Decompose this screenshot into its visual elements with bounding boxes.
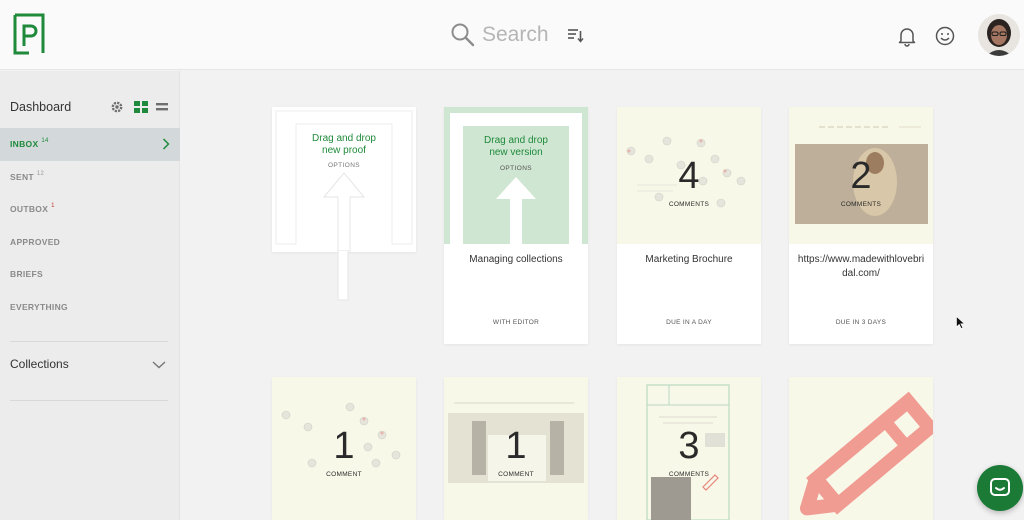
sidebar-item-label: EVERYTHING	[10, 301, 68, 312]
sidebar-item-approved[interactable]: APPROVED	[0, 226, 180, 259]
dashboard-header: Dashboard	[0, 93, 180, 121]
card-status: DUE IN A DAY	[666, 319, 712, 326]
sidebar-item-label: BRIEFS	[10, 269, 43, 280]
proof-card[interactable]: 1 COMMENT	[272, 377, 416, 520]
sidebar-item-label: OUTBOX	[10, 204, 49, 215]
dashboard-title[interactable]: Dashboard	[10, 100, 71, 114]
sidebar-item-inbox[interactable]: INBOX 14	[0, 128, 180, 161]
card-title: https://www.madewithloveb​ridal.com/	[797, 254, 925, 279]
sidebar-item-count: 12	[36, 170, 45, 177]
sidebar: Dashboard INBOX 14 SENT 12 OUTBOX 1 APPR…	[0, 71, 180, 520]
sidebar-item-outbox[interactable]: OUTBOX 1	[0, 193, 180, 226]
comment-count: 1	[333, 425, 355, 467]
dropzone-text-2: new proof	[322, 145, 366, 156]
sidebar-item-label: INBOX	[10, 139, 39, 150]
comment-count: 2	[850, 155, 872, 197]
comment-count-label: COMMENTS	[668, 201, 710, 208]
proof-card-marketing-brochure[interactable]: 4 COMMENTS Marketing Brochure DUE IN A D…	[617, 107, 761, 344]
comment-count-label: COMMENT	[326, 471, 362, 478]
search-icon	[451, 23, 475, 47]
comment-count-label: COMMENT	[498, 471, 534, 478]
sidebar-divider	[10, 400, 168, 401]
dropzone-text-1: Drag and drop	[312, 133, 376, 144]
list-view-icon[interactable]	[156, 102, 168, 112]
dropzone-text-1: Drag and drop	[484, 135, 548, 146]
mouse-cursor-icon	[956, 316, 965, 329]
proof-card-managing-collections[interactable]: Drag and drop new version OPTIONS Managi…	[444, 107, 588, 344]
chat-support-button[interactable]	[977, 465, 1023, 511]
search-input[interactable]: Search	[482, 23, 549, 47]
feedback-smile-icon[interactable]	[934, 25, 956, 47]
chevron-right-icon	[162, 138, 170, 150]
collections-toggle[interactable]: Collections	[0, 352, 180, 376]
sort-icon[interactable]	[566, 26, 584, 44]
proof-card[interactable]	[789, 377, 933, 520]
proof-card[interactable]: 1 COMMENT	[444, 377, 588, 520]
grid-view-icon[interactable]	[134, 101, 148, 113]
pageproof-logo-icon[interactable]	[12, 12, 46, 56]
sidebar-item-sent[interactable]: SENT 12	[0, 161, 180, 194]
card-title: Marketing Brochure	[645, 254, 733, 265]
comment-count-label: COMMENTS	[668, 471, 710, 478]
sidebar-item-everything[interactable]: EVERYTHING	[0, 291, 180, 324]
comment-count-label: COMMENTS	[840, 201, 882, 208]
upload-arrow-icon	[275, 110, 413, 252]
gear-icon[interactable]	[110, 100, 124, 114]
proof-card[interactable]: 3 COMMENTS	[617, 377, 761, 520]
card-status: DUE IN 3 DAYS	[835, 319, 887, 326]
sidebar-nav: INBOX 14 SENT 12 OUTBOX 1 APPROVED BRIEF…	[0, 128, 180, 323]
collections-label: Collections	[10, 357, 69, 371]
comment-count: 1	[505, 425, 527, 467]
top-bar: Search	[0, 0, 1024, 70]
card-status: WITH EDITOR	[492, 319, 540, 326]
user-avatar[interactable]	[978, 14, 1020, 56]
pencil-placeholder-icon	[789, 377, 933, 520]
sidebar-divider	[10, 341, 168, 342]
search-bar[interactable]: Search	[450, 18, 549, 52]
sidebar-item-count: 1	[51, 203, 55, 210]
dropzone-options[interactable]: OPTIONS	[272, 162, 416, 169]
upload-arrow-shaft	[337, 250, 349, 301]
notifications-bell-icon[interactable]	[896, 25, 918, 47]
card-title: Managing collections	[469, 254, 563, 265]
sidebar-item-label: SENT	[10, 171, 34, 182]
chevron-down-icon	[152, 361, 166, 369]
sidebar-item-briefs[interactable]: BRIEFS	[0, 258, 180, 291]
dropzone-options[interactable]: OPTIONS	[444, 165, 588, 172]
new-proof-dropzone[interactable]: Drag and drop new proof OPTIONS	[272, 107, 416, 252]
comment-count: 3	[678, 425, 700, 467]
chat-icon	[990, 478, 1010, 496]
comment-count: 4	[678, 155, 700, 197]
sidebar-item-label: APPROVED	[10, 236, 61, 247]
dropzone-text-2: new version	[489, 147, 543, 158]
sidebar-item-count: 14	[41, 138, 49, 145]
proof-card-madewithlove[interactable]: 2 COMMENTS https://www.madewithloveb​rid…	[789, 107, 933, 344]
new-version-dropzone-icon	[444, 107, 588, 244]
